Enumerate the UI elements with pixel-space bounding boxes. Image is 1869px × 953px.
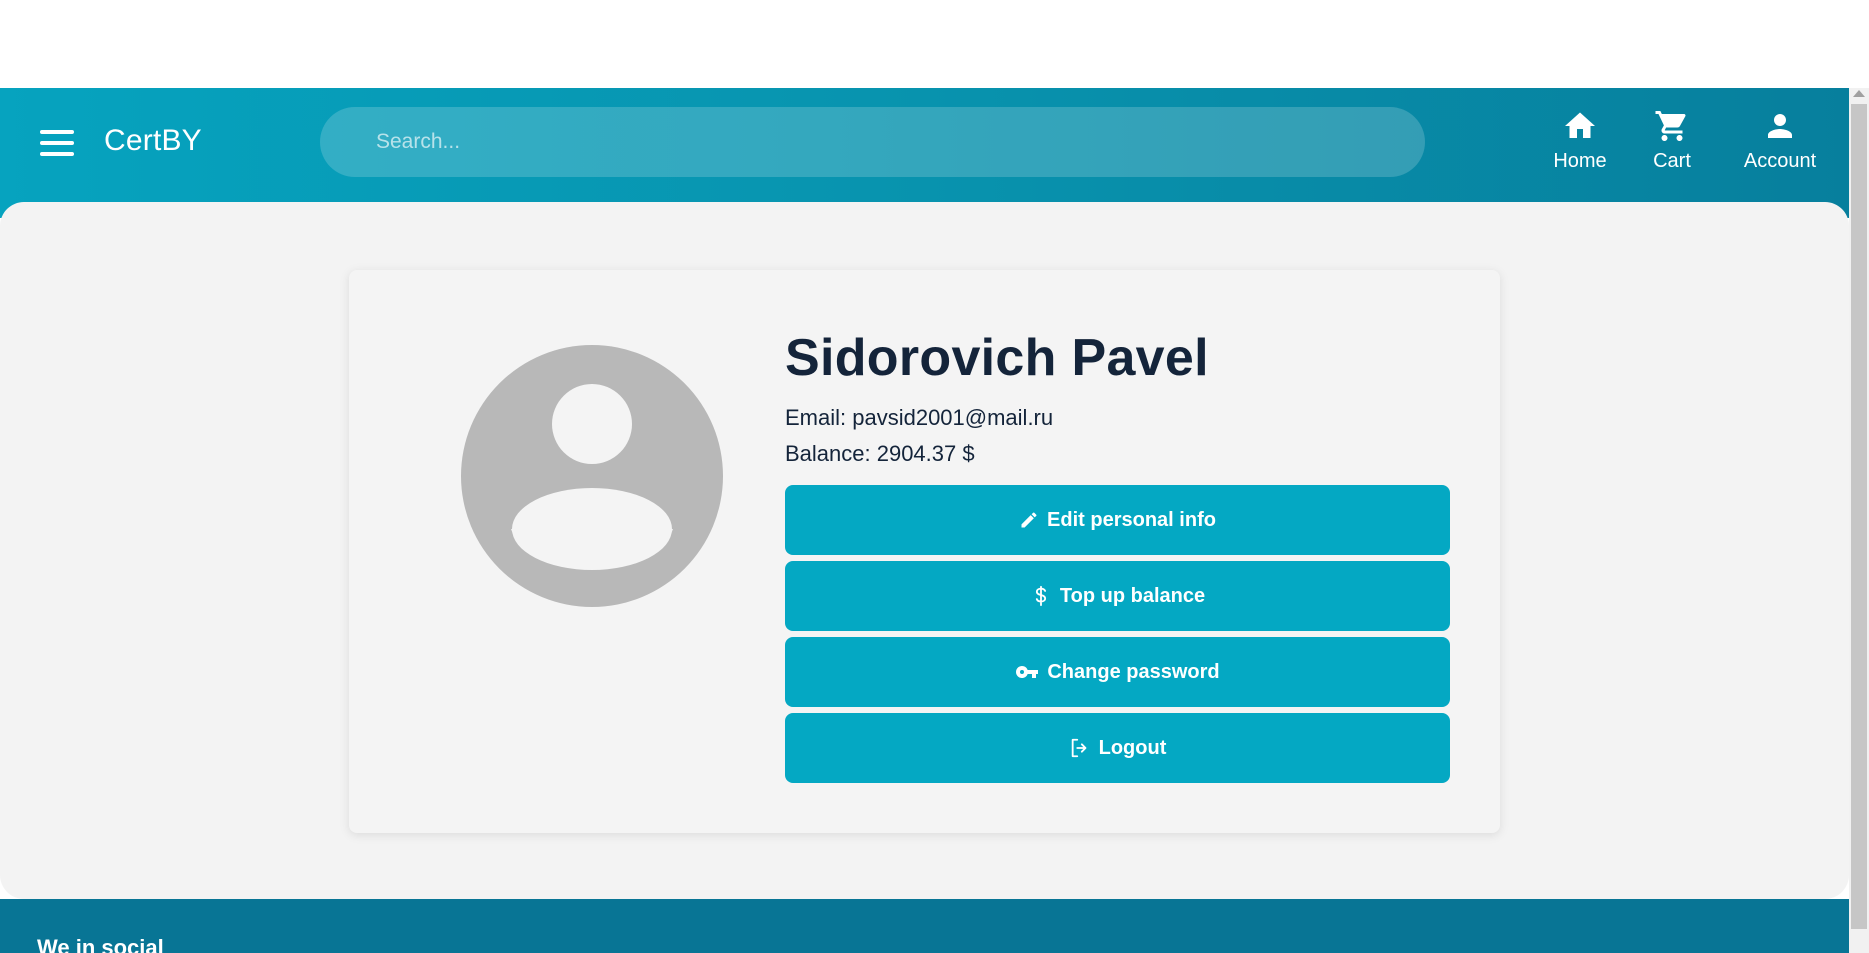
- scroll-thumb[interactable]: [1851, 104, 1867, 929]
- user-email: Email: pavsid2001@mail.ru: [785, 405, 1054, 430]
- footer-social-title: We in social: [37, 935, 164, 953]
- brand-logo-text[interactable]: CertBY: [104, 124, 202, 158]
- user-name: Sidorovich Pavel: [785, 329, 1209, 387]
- viewport: CertBY Home Cart Account: [0, 0, 1869, 953]
- user-avatar-icon: [461, 345, 723, 607]
- nav-account-label: Account: [1743, 150, 1817, 172]
- edit-personal-info-button[interactable]: Edit personal info: [785, 485, 1450, 555]
- search-input[interactable]: [320, 107, 1425, 177]
- app-footer: We in social: [0, 899, 1849, 953]
- dollar-icon: [1035, 585, 1046, 607]
- nav-account[interactable]: Account: [1738, 108, 1822, 198]
- key-icon: [1016, 666, 1039, 678]
- nav-home[interactable]: Home: [1550, 108, 1610, 198]
- logout-icon: [1071, 738, 1087, 758]
- cart-icon: [1655, 111, 1686, 141]
- nav-cart[interactable]: Cart: [1650, 108, 1694, 198]
- search-bar: [320, 107, 1425, 177]
- change-password-button[interactable]: Change password: [785, 637, 1450, 707]
- scroll-up-arrow-icon[interactable]: [1853, 90, 1865, 97]
- nav-home-label: Home: [1553, 150, 1607, 172]
- top-up-balance-button[interactable]: Top up balance: [785, 561, 1450, 631]
- nav-cart-label: Cart: [1653, 150, 1691, 172]
- account-icon: [1768, 114, 1792, 138]
- user-balance: Balance: 2904.37 $: [785, 441, 975, 466]
- logout-button[interactable]: Logout: [785, 713, 1450, 783]
- main-content: Sidorovich Pavel Email: pavsid2001@mail.…: [0, 202, 1849, 899]
- edit-personal-info-label: Edit personal info: [1047, 508, 1216, 531]
- hamburger-menu-icon[interactable]: [40, 130, 76, 160]
- change-password-label: Change password: [1047, 660, 1220, 683]
- logout-label: Logout: [1098, 736, 1167, 759]
- page-scrollbar[interactable]: [1849, 88, 1869, 953]
- pencil-icon: [1021, 512, 1037, 528]
- profile-card: Sidorovich Pavel Email: pavsid2001@mail.…: [349, 270, 1500, 833]
- app-header: CertBY Home Cart Account: [0, 88, 1849, 218]
- home-icon: [1565, 112, 1595, 138]
- top-up-balance-label: Top up balance: [1059, 584, 1206, 607]
